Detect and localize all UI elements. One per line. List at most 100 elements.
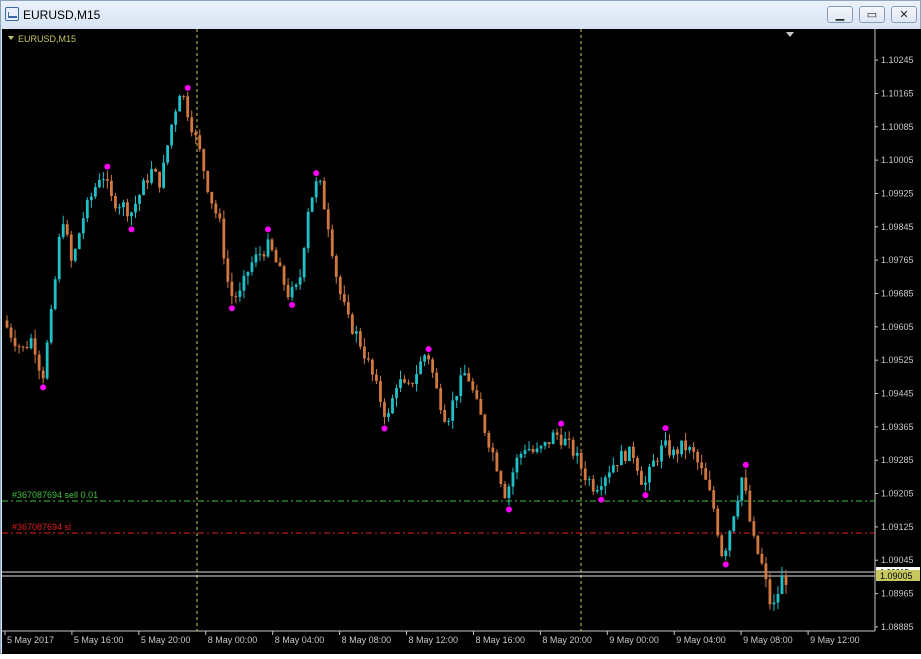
candle-body <box>676 449 679 455</box>
candle-body <box>306 211 310 249</box>
candle-body <box>640 470 643 485</box>
candle-body <box>310 197 314 212</box>
candle-body <box>467 373 471 382</box>
close-button[interactable]: ✕ <box>891 6 917 23</box>
candle-body <box>551 432 555 444</box>
candle-body <box>539 445 543 449</box>
candle-body <box>764 563 768 580</box>
candle-body <box>254 254 258 263</box>
candle-body <box>555 432 559 435</box>
price-tick-label: 1.09045 <box>881 555 914 565</box>
candle-body <box>85 200 89 219</box>
candle-body <box>246 271 250 276</box>
candle-body <box>298 277 302 285</box>
price-tick-label: 1.09445 <box>881 389 914 399</box>
time-tick-label: 5 May 2017 <box>7 635 54 645</box>
candle-body <box>134 203 137 213</box>
candle-body <box>391 398 394 414</box>
price-tick-label: 1.10245 <box>881 55 914 65</box>
candle-body <box>455 395 459 401</box>
candle-body <box>507 486 511 499</box>
candle-body <box>563 438 567 446</box>
candle-body <box>154 169 157 172</box>
collapse-arrow-icon[interactable] <box>8 36 14 40</box>
time-tick-label: 8 May 00:00 <box>208 635 258 645</box>
candle-body <box>383 401 386 417</box>
candle-body <box>334 256 338 277</box>
candle-body <box>431 359 435 373</box>
candle-body <box>427 355 431 360</box>
candle-body <box>716 508 720 536</box>
candle-body <box>178 95 182 112</box>
candle-body <box>77 233 81 250</box>
price-tick-label: 1.10085 <box>881 122 914 132</box>
time-tick-label: 5 May 20:00 <box>141 635 191 645</box>
candle-body <box>688 447 692 451</box>
candle-body <box>362 346 366 359</box>
candle-body <box>342 294 346 303</box>
candle-body <box>407 382 410 384</box>
fractal-low-marker <box>642 492 649 499</box>
candle-body <box>623 450 627 461</box>
fractal-low-marker <box>598 496 605 503</box>
candle-body <box>190 117 194 133</box>
candle-body <box>672 449 675 456</box>
candle-body <box>371 359 374 375</box>
candle-body <box>53 279 57 310</box>
candle-body <box>664 440 667 446</box>
candle-body <box>166 145 170 163</box>
candle-body <box>170 124 174 146</box>
candle-body <box>318 180 322 182</box>
fractal-low-marker <box>381 425 388 432</box>
candle-body <box>768 579 772 605</box>
fractal-high-marker <box>662 425 669 432</box>
chart-area[interactable]: EURUSD,M15 #367087694 sell 0.01 #3670876… <box>2 29 921 654</box>
candle-body <box>294 284 298 287</box>
candle-body <box>607 472 611 478</box>
maximize-button[interactable]: ▭ <box>859 6 885 23</box>
candle-body <box>736 500 740 517</box>
candle-body <box>740 477 744 501</box>
candle-body <box>114 195 117 209</box>
candle-body <box>218 213 222 219</box>
candle-body <box>527 449 531 451</box>
symbol-label: EURUSD,M15 <box>18 34 76 44</box>
chart-shift-icon[interactable] <box>786 32 794 37</box>
title-bar[interactable]: EURUSD,M15 ▁ ▭ ✕ <box>1 1 920 29</box>
candle-body <box>226 258 230 282</box>
candle-body <box>29 338 33 349</box>
candle-body <box>503 483 507 499</box>
candle-body <box>61 224 65 237</box>
price-tick-label: 1.09285 <box>881 455 914 465</box>
candle-body <box>242 275 246 291</box>
candle-body <box>118 207 121 209</box>
candle-body <box>535 448 539 452</box>
candle-body <box>375 374 378 381</box>
minimize-button[interactable]: ▁ <box>827 6 853 23</box>
candle-body <box>174 111 178 125</box>
price-tick-label: 1.10165 <box>881 88 914 98</box>
candle-body <box>278 262 282 267</box>
candle-body <box>326 209 330 230</box>
candle-body <box>491 447 495 453</box>
candle-body <box>69 234 73 261</box>
candle-body <box>627 446 631 461</box>
candle-body <box>632 446 635 458</box>
candle-body <box>531 449 535 452</box>
candlestick-chart[interactable]: EURUSD,M15 #367087694 sell 0.01 #3670876… <box>2 29 921 654</box>
candle-body <box>354 331 358 334</box>
candle-body <box>126 202 129 217</box>
candle-body <box>515 457 519 473</box>
candle-body <box>97 180 101 188</box>
candle-body <box>636 457 639 471</box>
candle-body <box>575 452 579 456</box>
candle-body <box>101 179 105 181</box>
candle-body <box>619 450 623 466</box>
time-axis: 5 May 2017 5 May 16:00 5 May 20:00 8 May 00… <box>4 631 860 645</box>
price-tick-label: 1.09525 <box>881 355 914 365</box>
trade-line-label: #367087694 sell 0.01 <box>12 490 98 500</box>
candle-body <box>210 191 214 204</box>
candle-body <box>587 479 591 481</box>
time-tick-label: 5 May 16:00 <box>74 635 124 645</box>
candle-body <box>615 465 619 467</box>
